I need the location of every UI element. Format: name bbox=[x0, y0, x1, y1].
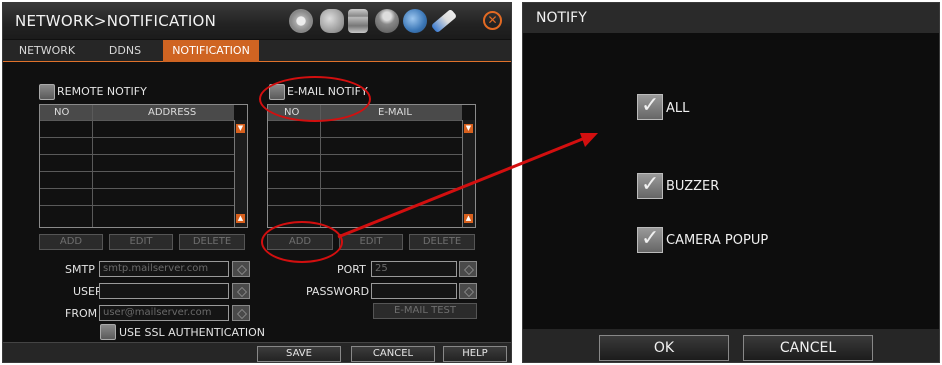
annotation-arrow bbox=[337, 133, 598, 239]
